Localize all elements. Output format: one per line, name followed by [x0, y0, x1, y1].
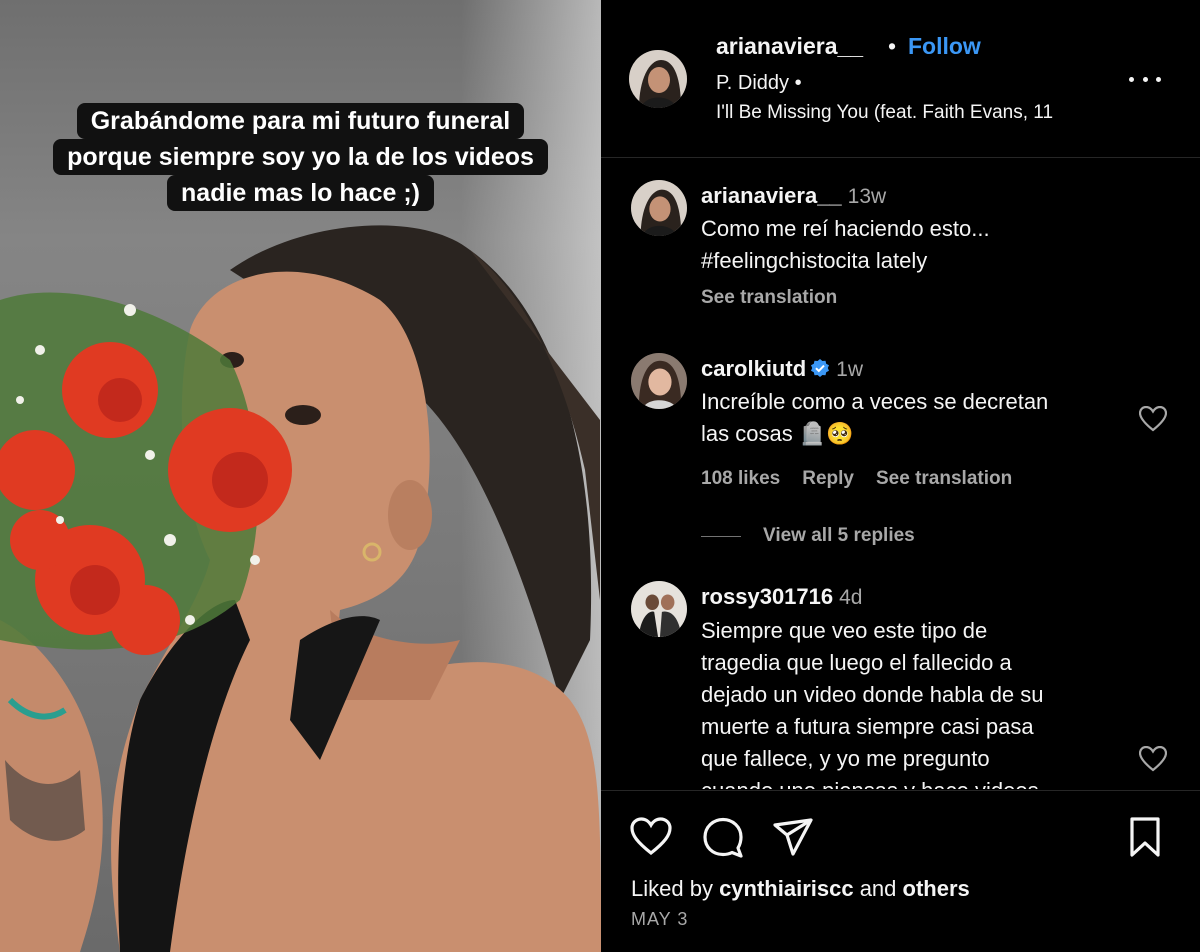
- video-caption: Grabándome para mi futuro funeral porque…: [0, 103, 601, 211]
- comment-username[interactable]: rossy301716: [701, 584, 833, 609]
- comment-line: Increíble como a veces se decretan: [701, 389, 1049, 414]
- post-sidebar: arianaviera__ • Follow P. Diddy • I'll B…: [601, 0, 1200, 952]
- comment-line: tragedia que luego el fallecido a: [701, 650, 1012, 675]
- share-send-icon[interactable]: [771, 815, 815, 859]
- post-header: arianaviera__ • Follow P. Diddy • I'll B…: [601, 0, 1200, 158]
- verified-badge-icon: [811, 359, 830, 377]
- author-avatar[interactable]: [629, 50, 687, 108]
- more-options-icon[interactable]: [1129, 70, 1161, 88]
- comment-hashtag[interactable]: #feelingchistocita lately: [701, 245, 1121, 277]
- view-replies-button[interactable]: View all 5 replies: [701, 525, 915, 547]
- comment-username[interactable]: carolkiutd: [701, 356, 806, 381]
- comment-line: muerte a futura siempre casi pasa: [701, 714, 1034, 739]
- audio-artist[interactable]: P. Diddy •: [716, 72, 802, 95]
- comment-line: Siempre que veo este tipo de: [701, 618, 988, 643]
- comment-time: 4d: [839, 586, 863, 609]
- like-comment-heart-icon[interactable]: [1139, 406, 1167, 432]
- avatar[interactable]: [631, 180, 687, 236]
- view-replies-label: View all 5 replies: [763, 525, 915, 546]
- author-username[interactable]: arianaviera__: [716, 33, 863, 60]
- header-separator: •: [888, 33, 897, 59]
- comment-line: que fallece, y yo me pregunto: [701, 746, 990, 771]
- caption-line: porque siempre soy yo la de los videos: [53, 139, 548, 175]
- comment-time: 1w: [836, 358, 863, 381]
- post-date: MAY 3: [631, 909, 689, 929]
- see-translation-link[interactable]: See translation: [876, 468, 1012, 489]
- post-actions: Liked by cynthiairiscc and others MAY 3: [601, 790, 1200, 952]
- comment-text: Siempre que veo este tipo de tragedia qu…: [701, 615, 1121, 789]
- avatar[interactable]: [631, 353, 687, 409]
- comment-line: dejado un video donde habla de su: [701, 682, 1044, 707]
- comment-text: Increíble como a veces se decretan las c…: [701, 386, 1121, 450]
- liked-by-prefix: Liked by: [631, 876, 720, 901]
- liked-by-others[interactable]: others: [903, 876, 970, 901]
- follow-button[interactable]: Follow: [908, 33, 981, 60]
- comment-line: Como me reí haciendo esto...: [701, 216, 990, 241]
- comment-line: las cosas 🪦🥺: [701, 421, 854, 446]
- liked-by-and: and: [853, 876, 903, 901]
- avatar[interactable]: [631, 581, 687, 637]
- save-bookmark-icon[interactable]: [1123, 815, 1167, 859]
- replies-divider: [701, 535, 741, 537]
- comments-list[interactable]: arianaviera__ 13w Como me reí haciendo es…: [601, 159, 1200, 789]
- reply-button[interactable]: Reply: [802, 468, 854, 489]
- like-heart-icon[interactable]: [629, 815, 673, 859]
- caption-line: nadie mas lo hace ;): [167, 175, 434, 211]
- comment-time: 13w: [847, 185, 887, 208]
- liked-by-summary: Liked by cynthiairiscc and others: [631, 876, 970, 902]
- comment-bubble-icon[interactable]: [701, 815, 745, 859]
- see-translation-link[interactable]: See translation: [701, 287, 837, 308]
- audio-track-title[interactable]: I'll Be Missing You (feat. Faith Evans, …: [716, 102, 1106, 124]
- caption-line: Grabándome para mi futuro funeral: [76, 103, 525, 139]
- post-media[interactable]: Grabándome para mi futuro funeral porque…: [0, 0, 601, 952]
- comment-line: cuando uno piensas y hace videos: [701, 775, 1121, 789]
- like-comment-heart-icon[interactable]: [1139, 746, 1167, 772]
- comment-likes[interactable]: 108 likes: [701, 468, 780, 489]
- comment-text: Como me reí haciendo esto... #feelingchi…: [701, 213, 1121, 277]
- comment-username[interactable]: arianaviera__: [701, 183, 842, 208]
- liked-by-user[interactable]: cynthiairiscc: [719, 876, 854, 901]
